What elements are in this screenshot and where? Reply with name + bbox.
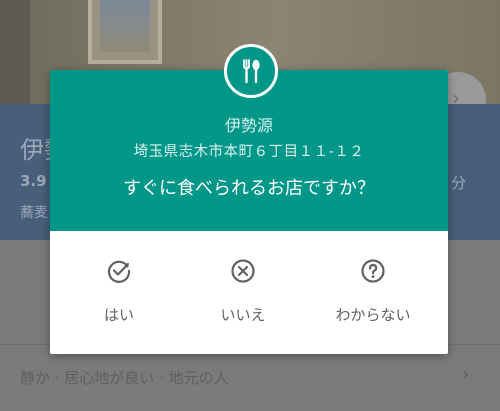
- place-name: 伊勢源: [224, 116, 273, 135]
- place-rating: 3.9: [20, 172, 47, 190]
- travel-duration: 分: [451, 174, 467, 192]
- restaurant-icon: [224, 44, 278, 98]
- not-sure-label: わからない: [335, 306, 411, 324]
- x-circle-icon: [231, 259, 255, 283]
- chevron-right-icon: ›: [462, 364, 470, 385]
- no-button[interactable]: いいえ: [188, 258, 298, 332]
- no-label: いいえ: [220, 306, 266, 324]
- yes-button[interactable]: はい: [64, 258, 174, 332]
- check-circle-icon: [107, 260, 131, 283]
- dialog-question: すぐに食べられるお店ですか？: [123, 178, 375, 199]
- not-sure-button[interactable]: わからない: [318, 258, 428, 332]
- place-category: 蕎麦: [20, 205, 48, 221]
- photo-frame-picture: [100, 0, 150, 52]
- place-address: 埼玉県志木市本町６丁目１１-１２: [133, 144, 365, 160]
- photo-left-strip: [0, 0, 30, 104]
- question-circle-icon: [361, 259, 385, 283]
- place-tags: 静か · 居心地が良い · 地元の人: [20, 369, 229, 387]
- yes-label: はい: [103, 306, 134, 324]
